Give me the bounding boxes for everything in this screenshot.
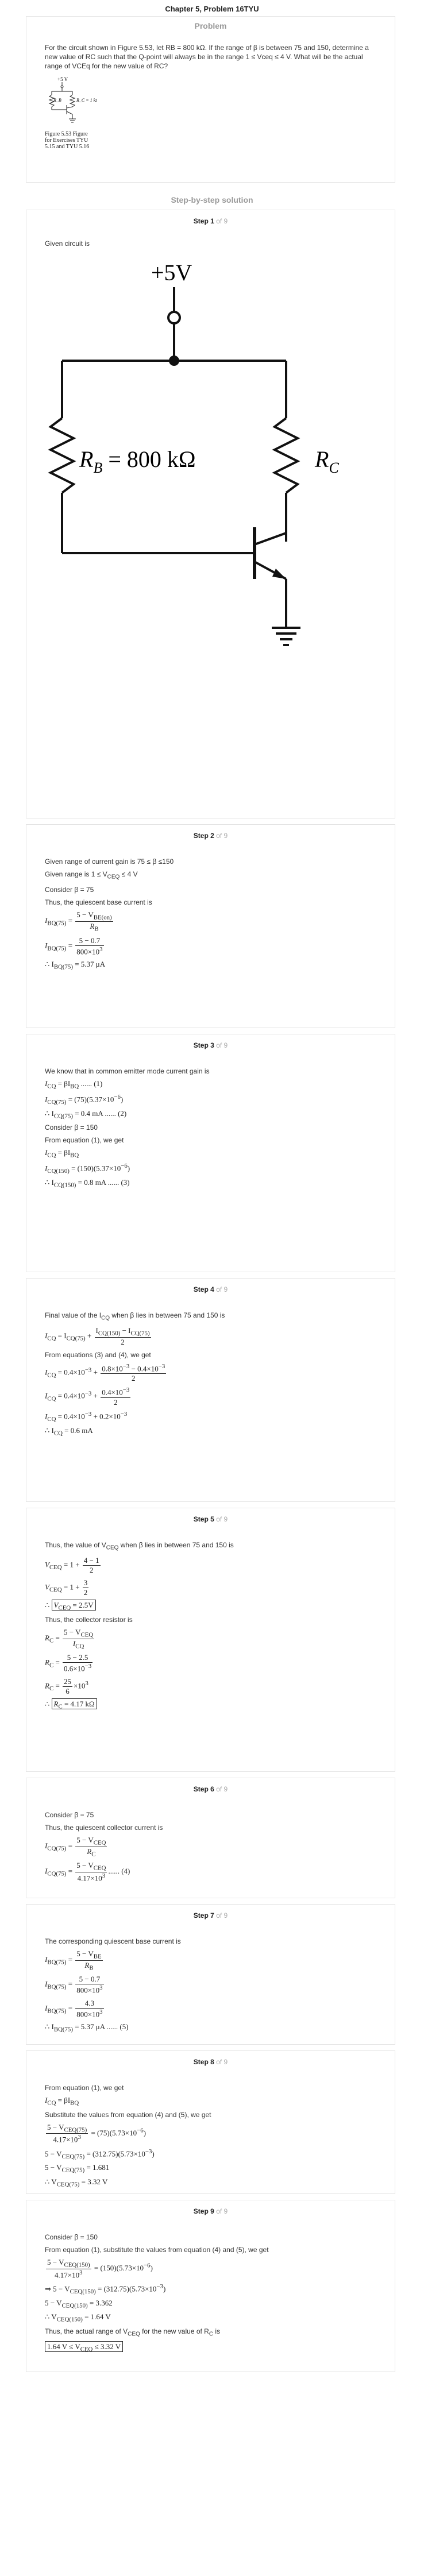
equation: 5 − VCEQ(150) = 3.362: [45, 2298, 113, 2309]
rc-label: RC: [314, 446, 339, 476]
step-header: Step 6 of 9: [193, 1785, 228, 1793]
equation: VCEQ = 1 + 32: [45, 1578, 89, 1597]
equation: ICQ(75) = 5 − VCEQ RC: [45, 1836, 107, 1858]
problem-card: Problem For the circuit shown in Figure …: [26, 16, 395, 183]
beta-text: Consider β = 150: [45, 2233, 98, 2241]
problem-text: For the circuit shown in Figure 5.53, le…: [45, 44, 369, 70]
result: ∴ ICQ(150) = 0.8 mA ...... (3): [45, 1177, 130, 1189]
page-title: Chapter 5, Problem 16TYU: [165, 5, 259, 13]
result: ∴ VCEQ(150) = 1.64 V: [45, 2312, 111, 2324]
result: ∴ VCEQ(75) = 3.32 V: [45, 2177, 108, 2188]
fig-rb-label: R_B: [53, 98, 61, 103]
substitute-text: From equation (1), substitute the values…: [45, 2246, 269, 2254]
equation: 5 − VCEQ(75) = 1.681: [45, 2163, 110, 2175]
base-current-intro: Thus, the quiescent base current is: [45, 898, 152, 907]
beta-text: Consider β = 150: [45, 1123, 98, 1132]
equation: IBQ(75) = 5 − VBE RB: [45, 1949, 103, 1972]
result: ∴ ICQ(75) = 0.4 mA ...... (2): [45, 1109, 127, 1120]
equation: RC = 5 − VCEQ ICQ: [45, 1627, 95, 1650]
beta-text: Consider β = 75: [45, 1811, 94, 1819]
problem-heading: Problem: [194, 21, 227, 30]
step-card-7: Step 7 of 9 The corresponding quiescent …: [26, 1904, 395, 2045]
equation: ICQ = βIBQ ...... (1): [45, 1079, 103, 1090]
rb-label: RB = 800 kΩ: [79, 446, 196, 476]
equation: 5 − VCEQ(150) 4.17×103 = (150)(5.73×10−6): [46, 2258, 153, 2279]
equation: IBQ(75) = 4.3 800×103: [45, 1998, 104, 2018]
step-header: Step 5 of 9: [193, 1515, 228, 1523]
step-header: Step 7 of 9: [193, 1911, 228, 1920]
fig-vcc-label: +5 V: [57, 76, 68, 82]
step-header: Step 3 of 9: [193, 1041, 228, 1049]
equation: ⇒ 5 − VCEQ(150) = (312.75)(5.73×10−3): [45, 2283, 166, 2295]
intro-text: We know that in common emitter mode curr…: [45, 1067, 210, 1075]
step-header: Step 2 of 9: [193, 832, 228, 840]
equation: ICQ = βIBQ: [45, 2096, 79, 2107]
equation: RC = 25 6 ×103: [45, 1677, 88, 1696]
figure-caption: Figure 5.53 Figure for Exercises TYU 5.1…: [45, 131, 90, 150]
step-card-1: Step 1 of 9 Given circuit is +5V RB = 80…: [26, 210, 395, 818]
equation: ICQ = βIBQ: [45, 1148, 79, 1159]
step-header: Step 8 of 9: [193, 2058, 228, 2066]
equation: ICQ = ICQ(75) + ICQ(150) − ICQ(75) 2: [45, 1326, 151, 1346]
step-card-6: Step 6 of 9 Consider β = 75 Thus, the qu…: [26, 1778, 395, 1898]
final-intro: Thus, the actual range of VCEQ for the n…: [45, 2327, 221, 2338]
step-card-9: Step 9 of 9 Consider β = 150 From equati…: [26, 2200, 395, 2372]
equation: ICQ = 0.4×10−3 + 0.4×10−3 2: [45, 1387, 131, 1407]
step-card-4: Step 4 of 9 Final value of the ICQ when …: [26, 1278, 395, 1502]
result: ∴ IBQ(75) = 5.37 μA ...... (5): [45, 2022, 129, 2033]
intro-text: Thus, the value of VCEQ when β lies in b…: [45, 1541, 234, 1551]
equation: ICQ = 0.4×10−3 + 0.8×10−3 − 0.4×10−3 2: [45, 1362, 167, 1383]
vce-range-text: Given range is 1 ≤ VCEQ ≤ 4 V: [45, 870, 138, 880]
equation: IBQ(75) = 5 − 0.7 800×103: [45, 1975, 104, 1995]
equation: 5 − VCEQ(75) = (312.75)(5.73×10−3): [45, 2148, 155, 2160]
equation: ICQ = 0.4×10−3 + 0.2×10−3: [45, 1410, 128, 1423]
step-card-2: Step 2 of 9 Given range of current gain …: [26, 824, 395, 1028]
given-text: Given circuit is: [45, 240, 90, 248]
collector-current-intro: Thus, the quiescent collector current is: [45, 1824, 163, 1832]
fig-rc-label: R_C = 1 kΩ: [76, 98, 97, 103]
step-card-8: Step 8 of 9 From equation (1), we get IC…: [26, 2050, 395, 2194]
boxed-result: ∴ VCEQ = 2.5V: [45, 1600, 376, 1612]
substitute-text: Substitute the values from equation (4) …: [45, 2110, 211, 2119]
equation: RC = 5 − 2.5 0.6×10−3: [45, 1653, 93, 1673]
result: ∴ IBQ(75) = 5.37 μA: [45, 959, 106, 971]
gain-range-text: Given range of current gain is 75 ≤ β ≤1…: [45, 858, 174, 866]
from-eq-text: From equations (3) and (4), we get: [45, 1350, 151, 1359]
step-card-3: Step 3 of 9 We know that in common emitt…: [26, 1034, 395, 1272]
step-header: Step 1 of 9: [193, 217, 228, 225]
large-circuit-figure: +5V RB = 800 kΩ RC: [48, 260, 339, 646]
collector-resistor-intro: Thus, the collector resistor is: [45, 1615, 133, 1624]
equation: ICQ(150) = (150)(5.37×10−6): [45, 1162, 130, 1175]
from-eq-text: From equation (1), we get: [45, 2084, 124, 2092]
boxed-result: ∴ RC = 4.17 kΩ: [45, 1698, 376, 1710]
equation: ICQ(75) = 5 − VCEQ 4.17×103...... (4): [45, 1861, 130, 1883]
base-current-intro: The corresponding quiescent base current…: [45, 1937, 181, 1945]
step-header: Step 9 of 9: [193, 2207, 228, 2215]
result: ∴ ICQ = 0.6 mA: [45, 1426, 93, 1437]
intro-text: Final value of the ICQ when β lies in be…: [45, 1311, 225, 1322]
equation: ICQ(75) = (75)(5.37×10−6): [45, 1093, 124, 1106]
final-answer: 1.64 V ≤ VCEQ ≤ 3.32 V: [45, 2341, 376, 2353]
equation: IBQ(75) = 5 − 0.7 800×103: [45, 936, 104, 956]
beta-text: Consider β = 75: [45, 886, 94, 894]
small-circuit-figure: +5 V R_B R_C = 1 kΩ: [48, 76, 99, 123]
solution-heading: Step-by-step solution: [171, 195, 253, 204]
equation: 5 − VCEQ(75) 4.17×103 = (75)(5.73×10−6): [46, 2122, 146, 2144]
step-card-5: Step 5 of 9 Thus, the value of VCEQ when…: [26, 1508, 395, 1772]
equation: VCEQ = 1 + 4 − 12: [45, 1556, 101, 1575]
vcc-label: +5V: [151, 260, 192, 285]
step-header: Step 4 of 9: [193, 1285, 228, 1293]
from-eq-text: From equation (1), we get: [45, 1136, 124, 1145]
equation: IBQ(75) = 5 − VBE(on) RB: [45, 910, 113, 933]
